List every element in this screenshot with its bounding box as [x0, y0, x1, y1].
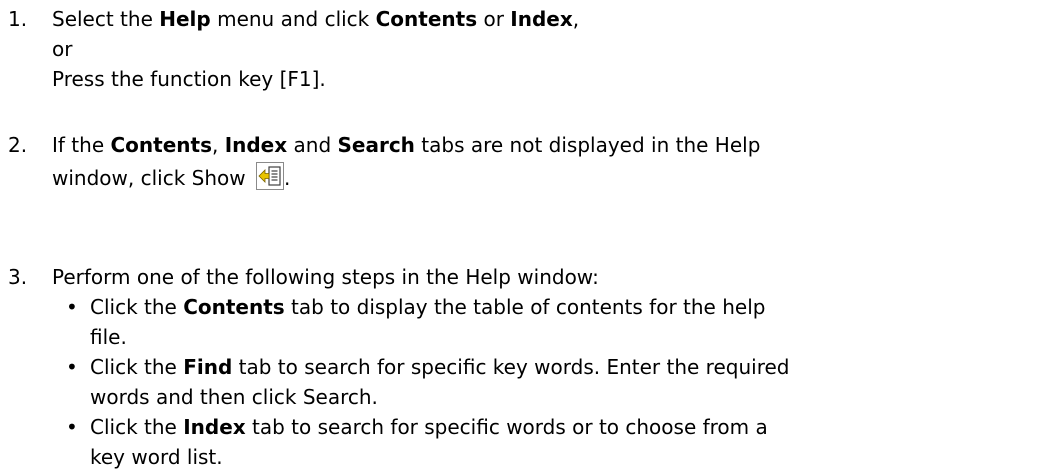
step-body: Perform one of the following steps in th… [52, 262, 1052, 292]
menu-name-help: Help [159, 7, 211, 31]
tab-name-find: Find [183, 355, 233, 379]
tab-name-index: Index [183, 415, 246, 439]
tab-name-contents: Contents [183, 295, 285, 319]
command-index: Index [510, 7, 573, 31]
step-body: Select the Help menu and click Contents … [52, 4, 1052, 94]
show-icon-graphic [256, 163, 283, 189]
step-body: If the Contents, Index and Search tabs a… [52, 130, 1052, 196]
step-number: 1. [8, 7, 28, 31]
tab-name-index: Index [224, 133, 288, 157]
bullet-dot: • [66, 295, 78, 319]
step-1-line-1: Select the Help menu and click Contents … [52, 7, 580, 31]
step-3-line-1: Perform one of the following steps in th… [52, 265, 599, 289]
list-item: • Click the Contents tab to display the … [60, 292, 1040, 352]
tab-name-search: Search [337, 133, 415, 157]
list-item: • Click the Find tab to search for speci… [60, 352, 1040, 412]
step-2-line-1: If the Contents, Index and Search tabs a… [52, 133, 761, 157]
step-3-bullet-list: • Click the Contents tab to display the … [60, 292, 1040, 472]
command-contents: Contents [375, 7, 478, 31]
step-2-line-2: window, click Show . [52, 160, 1052, 196]
tab-name-contents: Contents [110, 133, 212, 157]
step-1-line-3: Press the function key [F1]. [52, 67, 326, 91]
bullet-dot: • [66, 415, 78, 439]
show-navigation-pane-icon [255, 162, 284, 190]
step-1-line-2: or [52, 37, 73, 61]
help-instructions: 1. Select the Help menu and click Conten… [0, 0, 1052, 475]
step-number: 3. [8, 265, 28, 289]
list-item: • Click the Index tab to search for spec… [60, 412, 1040, 472]
step-number: 2. [8, 133, 28, 157]
bullet-dot: • [66, 355, 78, 379]
